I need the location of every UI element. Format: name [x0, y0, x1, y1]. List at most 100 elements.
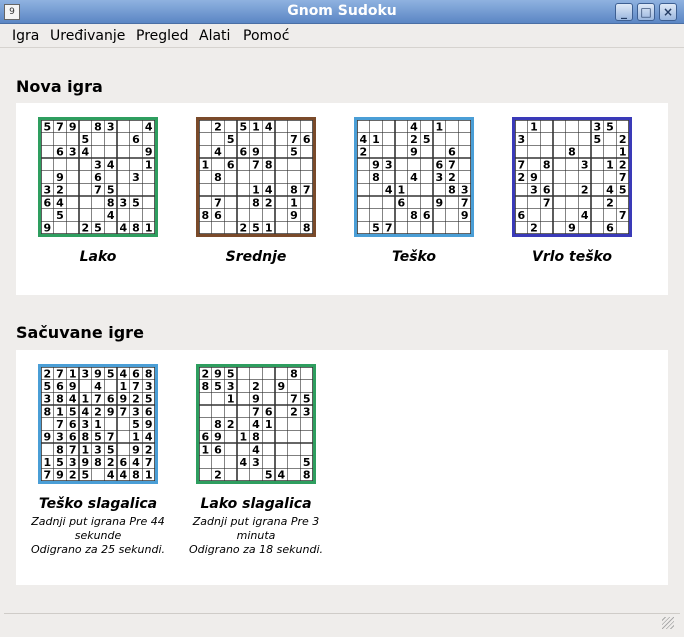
svg-text:4: 4: [265, 120, 273, 133]
svg-text:4: 4: [145, 431, 153, 444]
svg-text:4: 4: [385, 184, 393, 197]
svg-text:1: 1: [530, 120, 538, 133]
svg-text:3: 3: [227, 380, 235, 393]
svg-text:3: 3: [132, 171, 140, 184]
svg-text:4: 4: [252, 418, 260, 431]
svg-text:8: 8: [290, 184, 298, 197]
svg-text:7: 7: [44, 469, 52, 481]
svg-text:7: 7: [461, 196, 469, 209]
svg-text:9: 9: [69, 380, 77, 393]
svg-text:5: 5: [94, 431, 102, 444]
new-game-board-1[interactable]: 2514576469516788148778218692518: [196, 117, 316, 237]
svg-text:8: 8: [202, 380, 210, 393]
svg-text:7: 7: [56, 367, 64, 380]
svg-text:5: 5: [56, 209, 64, 222]
new-game-board-2[interactable]: 41412529693678432418369786957: [354, 117, 474, 237]
svg-text:3: 3: [385, 158, 393, 171]
svg-text:1: 1: [265, 222, 273, 234]
svg-text:3: 3: [594, 120, 602, 133]
svg-text:6: 6: [69, 431, 77, 444]
svg-text:1: 1: [132, 431, 140, 444]
menu-pomoc[interactable]: Pomoć: [243, 28, 289, 44]
svg-text:1: 1: [240, 431, 248, 444]
svg-text:6: 6: [398, 196, 406, 209]
svg-text:4: 4: [581, 209, 589, 222]
svg-text:4: 4: [360, 133, 368, 146]
svg-text:6: 6: [265, 405, 273, 418]
new-game-label-1[interactable]: Srednje: [176, 249, 336, 265]
svg-text:5: 5: [252, 222, 260, 234]
svg-text:2: 2: [619, 158, 627, 171]
svg-text:5: 5: [372, 222, 380, 234]
saved-game-board-1[interactable]: 29588532919757623824169181644352548: [196, 364, 316, 484]
svg-text:7: 7: [543, 196, 551, 209]
saved-game-last-played-1: Zadnji put igrana Pre 3 minuta: [192, 515, 320, 542]
svg-text:5: 5: [107, 184, 115, 197]
menu-uredivanje[interactable]: Uređivanje: [50, 28, 125, 44]
svg-text:8: 8: [214, 171, 222, 184]
svg-text:1: 1: [120, 380, 128, 393]
svg-text:7: 7: [132, 380, 140, 393]
svg-text:9: 9: [290, 209, 298, 222]
menu-igra[interactable]: Igra: [12, 28, 39, 44]
new-game-board-3[interactable]: 13535281783122973624572647296: [512, 117, 632, 237]
saved-game-last-played-0: Zadnji put igrana Pre 44 sekunde: [31, 515, 165, 542]
resize-grip-icon[interactable]: [662, 617, 674, 629]
svg-text:7: 7: [94, 393, 102, 406]
svg-text:1: 1: [82, 443, 90, 456]
svg-text:4: 4: [606, 184, 614, 197]
saved-games-header: Sačuvane igre: [16, 318, 668, 349]
svg-text:2: 2: [530, 222, 538, 234]
svg-text:1: 1: [265, 418, 273, 431]
svg-text:2: 2: [69, 469, 77, 481]
svg-text:2: 2: [252, 380, 260, 393]
svg-text:5: 5: [107, 367, 115, 380]
svg-text:3: 3: [581, 158, 589, 171]
svg-text:6: 6: [120, 456, 128, 469]
window-title: Gnom Sudoku: [287, 3, 397, 19]
svg-text:3: 3: [518, 133, 526, 146]
new-game-label-2[interactable]: Teško: [334, 249, 494, 265]
svg-text:7: 7: [619, 209, 627, 222]
svg-text:8: 8: [107, 196, 115, 209]
maximize-button[interactable]: □: [637, 3, 655, 21]
saved-game-label-0[interactable]: Teško slagalica: [18, 496, 178, 512]
svg-text:2: 2: [581, 184, 589, 197]
svg-text:8: 8: [94, 120, 102, 133]
svg-text:6: 6: [94, 171, 102, 184]
svg-text:7: 7: [290, 133, 298, 146]
new-game-label-3[interactable]: Vrlo teško: [492, 249, 652, 265]
minimize-button[interactable]: _: [615, 3, 633, 21]
svg-text:5: 5: [44, 120, 52, 133]
svg-text:4: 4: [82, 405, 90, 418]
svg-text:9: 9: [56, 469, 64, 481]
svg-text:4: 4: [278, 469, 286, 481]
svg-text:9: 9: [44, 222, 52, 234]
svg-text:4: 4: [107, 469, 115, 481]
new-game-label-0[interactable]: Lako: [18, 249, 178, 265]
svg-text:3: 3: [82, 367, 90, 380]
close-button[interactable]: ×: [659, 3, 677, 21]
svg-text:1: 1: [252, 184, 260, 197]
saved-game-play-time-1: Odigrano za 18 sekundi.: [189, 543, 323, 556]
svg-text:4: 4: [132, 456, 140, 469]
svg-text:9: 9: [214, 367, 222, 380]
svg-text:3: 3: [530, 184, 538, 197]
svg-text:8: 8: [303, 469, 311, 481]
svg-text:4: 4: [69, 393, 77, 406]
svg-text:6: 6: [227, 158, 235, 171]
svg-text:9: 9: [461, 209, 469, 222]
svg-text:8: 8: [132, 222, 140, 234]
saved-game-label-1[interactable]: Lako slagalica: [176, 496, 336, 512]
svg-text:4: 4: [252, 443, 260, 456]
svg-text:9: 9: [568, 222, 576, 234]
saved-game-board-0[interactable]: 2713954685694173384176925815429736763159…: [38, 364, 158, 484]
svg-text:8: 8: [252, 431, 260, 444]
svg-text:5: 5: [606, 120, 614, 133]
menu-alati[interactable]: Alati: [199, 28, 230, 44]
menu-pregled[interactable]: Pregled: [136, 28, 189, 44]
svg-text:9: 9: [530, 171, 538, 184]
svg-text:9: 9: [44, 431, 52, 444]
new-game-board-0[interactable]: 57983456634934196332756483554925481: [38, 117, 158, 237]
new-game-title: Nova igra: [16, 77, 103, 96]
